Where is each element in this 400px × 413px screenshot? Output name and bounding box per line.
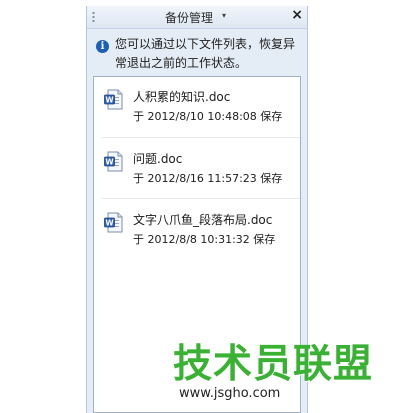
word-doc-icon: W [104, 212, 123, 233]
close-button[interactable]: × [291, 7, 303, 23]
file-saved-time: 于 2012/8/10 10:48:08 保存 [133, 110, 283, 123]
pane-titlebar[interactable]: 备份管理 ▾ × [87, 6, 307, 29]
watermark-brand: 技术员联盟 [173, 342, 374, 387]
file-name[interactable]: 人积累的知识.doc [133, 88, 230, 105]
dropdown-arrow-icon[interactable]: ▾ [222, 11, 226, 20]
list-item[interactable]: W 问题.doc 于 2012/8/16 11:57:23 保存 [94, 138, 300, 199]
file-saved-time: 于 2012/8/8 10:31:32 保存 [133, 233, 276, 246]
watermark-url: www.jsgho.com [179, 386, 281, 401]
svg-text:W: W [105, 157, 114, 166]
file-saved-time: 于 2012/8/16 11:57:23 保存 [133, 172, 283, 185]
pane-title[interactable]: 备份管理 [165, 9, 213, 26]
svg-text:W: W [105, 218, 114, 227]
list-item[interactable]: W 文字八爪鱼_段落布局.doc 于 2012/8/8 10:31:32 保存 [94, 199, 300, 260]
info-message: 您可以通过以下文件列表，恢复异常退出之前的工作状态。 [115, 37, 296, 70]
info-icon: i [96, 40, 109, 53]
drag-grip-icon[interactable] [92, 11, 95, 23]
file-name[interactable]: 问题.doc [133, 150, 182, 167]
list-item[interactable]: W 人积累的知识.doc 于 2012/8/10 10:48:08 保存 [94, 77, 300, 138]
watermark: 技术员联盟 www.jsgho.com [173, 342, 374, 402]
file-name[interactable]: 文字八爪鱼_段落布局.doc [133, 211, 272, 228]
word-doc-icon: W [104, 151, 123, 172]
word-doc-icon: W [104, 89, 123, 110]
svg-text:W: W [105, 95, 114, 104]
